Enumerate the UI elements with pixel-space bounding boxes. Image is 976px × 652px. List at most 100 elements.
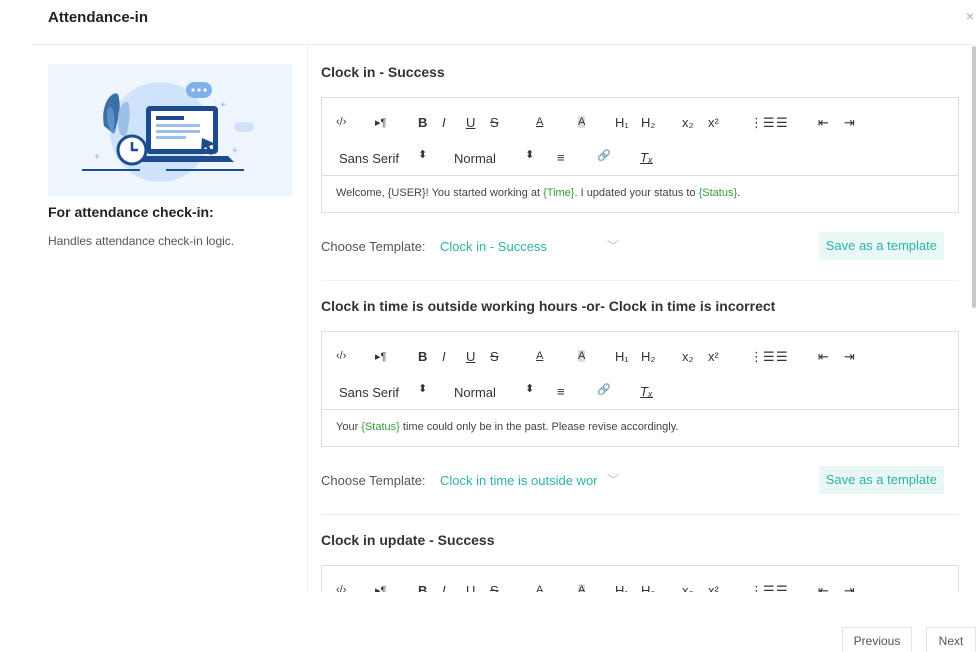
italic-icon[interactable]: I xyxy=(442,583,446,592)
editor-content[interactable]: Welcome, {USER}! You started working at … xyxy=(322,176,958,212)
bullet-list-icon[interactable]: ☰ xyxy=(776,583,788,592)
bold-icon[interactable]: B xyxy=(418,583,427,592)
code-icon[interactable]: ‹/› xyxy=(336,116,346,128)
clear-format-icon[interactable]: Tₓ xyxy=(640,384,653,399)
content-text: . I updated your status to xyxy=(574,187,699,199)
template-select[interactable]: Clock in - Success xyxy=(440,239,547,254)
template-row: Choose Template: Clock in - Success ﹀ Sa… xyxy=(321,213,959,281)
template-select[interactable]: Clock in time is outside wor xyxy=(440,473,598,488)
dialog-title: Attendance-in xyxy=(48,9,149,26)
left-panel: + + + For attendance check-in: Handles a… xyxy=(48,64,292,248)
editor-content[interactable]: Your {Status} time could only be in the … xyxy=(322,410,958,446)
chevron-down-icon[interactable]: ﹀ xyxy=(607,471,619,488)
variable-status: {Status} xyxy=(698,187,738,199)
heading-2-icon[interactable]: H₂ xyxy=(641,115,655,130)
paragraph-icon[interactable]: ▸¶ xyxy=(375,584,386,592)
align-icon[interactable]: ≡ xyxy=(557,150,565,165)
bold-icon[interactable]: B xyxy=(418,349,427,364)
link-icon[interactable]: 🔗 xyxy=(597,383,611,396)
italic-icon[interactable]: I xyxy=(442,115,446,130)
underline-icon[interactable]: U xyxy=(466,583,475,592)
next-button[interactable]: Next xyxy=(926,627,976,652)
heading-1-icon[interactable]: H₁ xyxy=(615,115,629,130)
ordered-list-icon[interactable]: ⋮☰ xyxy=(750,583,775,592)
indent-icon[interactable]: ⇥ xyxy=(844,115,855,131)
close-icon[interactable]: × xyxy=(966,8,974,24)
section-title: Clock in - Success xyxy=(321,64,445,80)
superscript-icon[interactable]: x² xyxy=(708,583,719,592)
font-size-select[interactable]: Normal xyxy=(454,385,496,400)
message-sections: Clock in - Success ‹/› ▸¶ B I U S A A H₁… xyxy=(321,45,959,592)
size-stepper-icon[interactable]: ⬍ xyxy=(525,148,534,161)
subscript-icon[interactable]: x₂ xyxy=(682,583,694,592)
font-color-icon[interactable]: A xyxy=(536,350,543,362)
heading-1-icon[interactable]: H₁ xyxy=(615,349,629,364)
variable-status: {Status} xyxy=(361,421,400,433)
paragraph-icon[interactable]: ▸¶ xyxy=(375,116,386,129)
svg-text:+: + xyxy=(220,100,226,111)
svg-text:+: + xyxy=(232,146,238,157)
rich-text-editor[interactable]: ‹/› ▸¶ B I U S A A H₁ H₂ x₂ x² ⋮☰ ☰ ⇤ ⇥ … xyxy=(321,97,959,213)
previous-button[interactable]: Previous xyxy=(842,627,912,652)
background-color-icon[interactable]: A xyxy=(578,116,586,128)
subscript-icon[interactable]: x₂ xyxy=(682,115,694,130)
scrollbar-thumb[interactable] xyxy=(972,46,976,308)
paragraph-icon[interactable]: ▸¶ xyxy=(375,350,386,363)
font-size-select[interactable]: Normal xyxy=(454,151,496,166)
heading-2-icon[interactable]: H₂ xyxy=(641,583,655,592)
section-clock-in-update-success: Clock in update - Success ‹/› ▸¶ B I U S… xyxy=(321,515,959,592)
font-stepper-icon[interactable]: ⬍ xyxy=(418,382,427,395)
font-color-icon[interactable]: A xyxy=(536,584,543,592)
underline-icon[interactable]: U xyxy=(466,115,475,130)
code-icon[interactable]: ‹/› xyxy=(336,350,346,362)
strike-icon[interactable]: S xyxy=(490,115,499,130)
bullet-list-icon[interactable]: ☰ xyxy=(776,115,788,131)
section-title: Clock in time is outside working hours -… xyxy=(321,298,776,314)
outdent-icon[interactable]: ⇤ xyxy=(818,583,829,592)
strike-icon[interactable]: S xyxy=(490,583,499,592)
superscript-icon[interactable]: x² xyxy=(708,115,719,130)
indent-icon[interactable]: ⇥ xyxy=(844,349,855,365)
italic-icon[interactable]: I xyxy=(442,349,446,364)
save-template-button[interactable]: Save as a template xyxy=(818,232,944,260)
content-text: . xyxy=(737,187,741,199)
bold-icon[interactable]: B xyxy=(418,115,427,130)
font-stepper-icon[interactable]: ⬍ xyxy=(418,148,427,161)
section-clock-in-success: Clock in - Success ‹/› ▸¶ B I U S A A H₁… xyxy=(321,45,959,281)
indent-icon[interactable]: ⇥ xyxy=(844,583,855,592)
heading-1-icon[interactable]: H₁ xyxy=(615,583,629,592)
subscript-icon[interactable]: x₂ xyxy=(682,349,694,364)
ordered-list-icon[interactable]: ⋮☰ xyxy=(750,115,775,131)
variable-time: {Time} xyxy=(543,187,575,199)
svg-text:+: + xyxy=(94,152,100,163)
template-label: Choose Template: xyxy=(321,473,426,488)
background-color-icon[interactable]: A xyxy=(578,584,586,592)
link-icon[interactable]: 🔗 xyxy=(597,149,611,162)
size-stepper-icon[interactable]: ⬍ xyxy=(525,382,534,395)
font-family-select[interactable]: Sans Serif xyxy=(339,151,399,166)
outdent-icon[interactable]: ⇤ xyxy=(818,115,829,131)
align-icon[interactable]: ≡ xyxy=(557,384,565,399)
save-template-button[interactable]: Save as a template xyxy=(818,466,944,494)
font-family-select[interactable]: Sans Serif xyxy=(339,385,399,400)
chevron-down-icon[interactable]: ﹀ xyxy=(607,237,619,254)
outdent-icon[interactable]: ⇤ xyxy=(818,349,829,365)
content-text: Welcome, {USER}! You started working at xyxy=(336,187,544,199)
font-color-icon[interactable]: A xyxy=(536,116,543,128)
rich-text-editor[interactable]: ‹/› ▸¶ B I U S A A H₁ H₂ x₂ x² ⋮☰ ☰ ⇤ ⇥ … xyxy=(321,331,959,447)
bullet-list-icon[interactable]: ☰ xyxy=(776,349,788,365)
laptop-clock-icon: + + + xyxy=(82,82,254,182)
editor-toolbar: ‹/› ▸¶ B I U S A A H₁ H₂ x₂ x² ⋮☰ ☰ ⇤ ⇥ … xyxy=(322,332,958,410)
heading-2-icon[interactable]: H₂ xyxy=(641,349,655,364)
attendance-illustration: + + + xyxy=(48,64,292,196)
clear-format-icon[interactable]: Tₓ xyxy=(640,150,653,165)
strike-icon[interactable]: S xyxy=(490,349,499,364)
code-icon[interactable]: ‹/› xyxy=(336,584,346,592)
section-clock-in-outside-hours: Clock in time is outside working hours -… xyxy=(321,281,959,515)
rich-text-editor[interactable]: ‹/› ▸¶ B I U S A A H₁ H₂ x₂ x² ⋮☰ ☰ ⇤ ⇥ xyxy=(321,565,959,592)
underline-icon[interactable]: U xyxy=(466,349,475,364)
editor-toolbar: ‹/› ▸¶ B I U S A A H₁ H₂ x₂ x² ⋮☰ ☰ ⇤ ⇥ … xyxy=(322,98,958,176)
superscript-icon[interactable]: x² xyxy=(708,349,719,364)
ordered-list-icon[interactable]: ⋮☰ xyxy=(750,349,775,365)
background-color-icon[interactable]: A xyxy=(578,350,586,362)
